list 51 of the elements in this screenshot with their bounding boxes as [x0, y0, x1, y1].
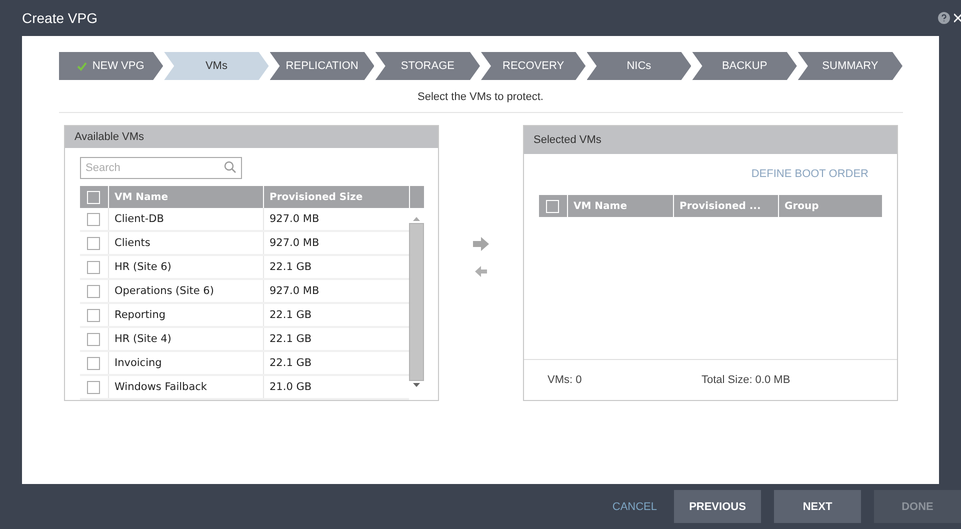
- wizard-button[interactable]: PREVIOUS: [674, 490, 761, 523]
- help-icon[interactable]: [938, 12, 950, 24]
- wizard-step[interactable]: NICs: [586, 52, 692, 80]
- wizard-step[interactable]: RECOVERY: [481, 52, 586, 80]
- define-boot-order-link[interactable]: DEFINE BOOT ORDER: [751, 168, 868, 180]
- wizard-step[interactable]: STORAGE: [375, 52, 480, 80]
- column-header[interactable]: Group: [778, 195, 882, 217]
- instruction-text: Select the VMs to protect.: [418, 91, 544, 103]
- table-cell: HR (Site 4): [108, 328, 262, 350]
- column-header[interactable]: VM Name: [566, 195, 672, 217]
- vm-count: VMs: 0: [548, 374, 583, 386]
- row-checkbox[interactable]: [87, 236, 100, 250]
- column-header[interactable]: Provisioned Size: [262, 186, 408, 208]
- close-icon[interactable]: [954, 13, 961, 23]
- wizard-step[interactable]: SUMMARY: [798, 52, 902, 80]
- wizard-step[interactable]: BACKUP: [692, 52, 797, 80]
- total-size: Total Size: 0.0 MB: [702, 374, 790, 386]
- column-header[interactable]: Provisioned ...: [672, 195, 778, 217]
- cancel-link[interactable]: CANCEL: [608, 490, 661, 523]
- table-cell: Client-DB: [108, 208, 262, 230]
- row-checkbox[interactable]: [87, 260, 100, 274]
- wizard-button[interactable]: NEXT: [774, 490, 861, 523]
- search-field[interactable]: Search: [80, 157, 242, 179]
- table-cell: Reporting: [108, 304, 262, 326]
- select-all-checkbox[interactable]: [87, 190, 100, 204]
- scrollbar-thumb[interactable]: [408, 223, 424, 381]
- row-checkbox[interactable]: [87, 356, 100, 370]
- row-checkbox[interactable]: [87, 212, 100, 226]
- table-cell: HR (Site 6): [108, 256, 262, 278]
- panel-title: Available VMs: [64, 126, 438, 148]
- row-checkbox[interactable]: [87, 332, 100, 346]
- panel-title: Selected VMs: [524, 126, 896, 154]
- row-checkbox[interactable]: [87, 380, 100, 394]
- search-icon: [224, 161, 236, 173]
- row-checkbox[interactable]: [87, 308, 100, 322]
- right-arrow-icon[interactable]: [472, 237, 488, 251]
- select-all-checkbox[interactable]: [546, 200, 559, 212]
- wizard-step[interactable]: NEW VPG: [58, 52, 164, 80]
- table-cell: Invoicing: [108, 352, 262, 374]
- table-cell: Operations (Site 6): [108, 280, 262, 302]
- left-arrow-icon[interactable]: [474, 266, 486, 277]
- scroll-up-icon[interactable]: [412, 216, 420, 221]
- wizard-step[interactable]: VMs: [164, 52, 269, 80]
- wizard-step[interactable]: REPLICATION: [270, 52, 374, 80]
- scroll-down-icon[interactable]: [412, 383, 420, 388]
- table-cell: Windows Failback: [108, 376, 262, 398]
- table-cell: Clients: [108, 232, 262, 254]
- row-checkbox[interactable]: [87, 284, 100, 298]
- column-header[interactable]: VM Name: [108, 186, 262, 208]
- check-icon: [77, 62, 88, 70]
- window-title: Create VPG: [22, 10, 98, 26]
